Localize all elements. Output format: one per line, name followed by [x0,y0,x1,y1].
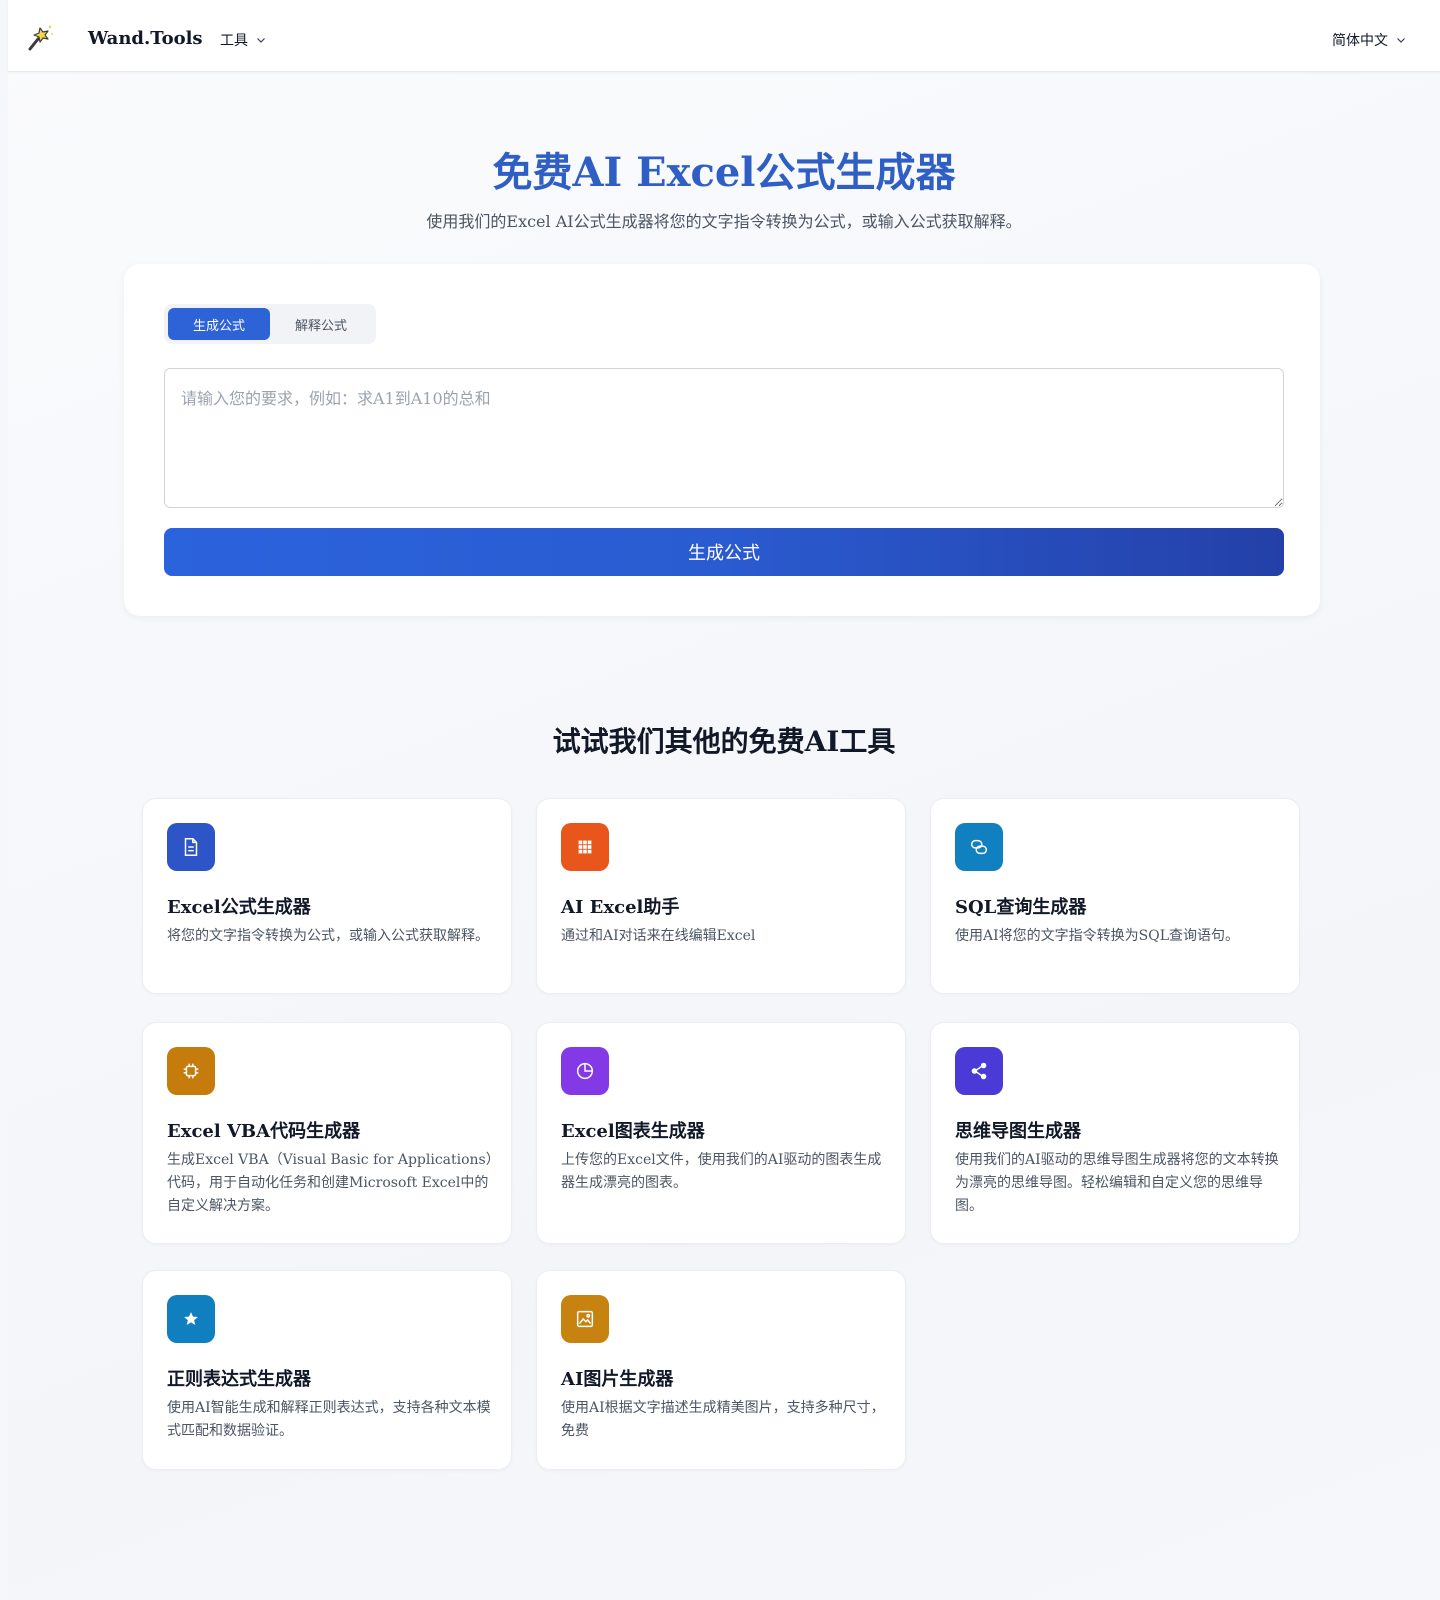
page: Wand.Tools 工具 简体中文 免费AI Excel公式生成器 使用我们的… [8,0,1440,1600]
document-icon [167,823,215,871]
tool-card-excel-chart[interactable]: Excel图表生成器 上传您的Excel文件，使用我们的AI驱动的图表生成器生成… [536,1022,906,1244]
tool-name: SQL查询生成器 [955,897,1087,918]
chip-icon [167,1047,215,1095]
tool-card-ai-image[interactable]: AI图片生成器 使用AI根据文字描述生成精美图片，支持多种尺寸，免费 [536,1270,906,1470]
generate-formula-button[interactable]: 生成公式 [164,528,1284,576]
tool-name: Excel公式生成器 [167,897,311,918]
share-icon [955,1047,1003,1095]
tool-name: Excel图表生成器 [561,1121,705,1142]
tool-card-excel-formula[interactable]: Excel公式生成器 将您的文字指令转换为公式，或输入公式获取解释。 [142,798,512,994]
tab-generate-formula[interactable]: 生成公式 [168,308,270,340]
tool-card-sql-generator[interactable]: SQL查询生成器 使用AI将您的文字指令转换为SQL查询语句。 [930,798,1300,994]
brand-name[interactable]: Wand.Tools [88,28,203,49]
star-icon [167,1295,215,1343]
tool-card-excel-vba[interactable]: Excel VBA代码生成器 生成Excel VBA（Visual Basic … [142,1022,512,1244]
tool-name: AI图片生成器 [561,1369,674,1390]
tab-explain-formula[interactable]: 解释公式 [270,308,372,340]
tool-name: AI Excel助手 [561,897,680,918]
tool-card-mindmap[interactable]: 思维导图生成器 使用我们的AI驱动的思维导图生成器将您的文本转换为漂亮的思维导图… [930,1022,1300,1244]
tool-card-regex[interactable]: 正则表达式生成器 使用AI智能生成和解释正则表达式，支持各种文本模式匹配和数据验… [142,1270,512,1470]
tool-description: 通过和AI对话来在线编辑Excel [561,928,756,944]
tools-menu-label: 工具 [220,33,248,49]
tool-name: 正则表达式生成器 [167,1369,311,1390]
tool-description: 使用我们的AI驱动的思维导图生成器将您的文本转换为漂亮的思维导图。轻松编辑和自定… [955,1152,1279,1214]
pie-chart-icon [561,1047,609,1095]
magic-wand-logo-icon[interactable] [26,22,58,54]
tool-description: 使用AI将您的文字指令转换为SQL查询语句。 [955,928,1240,944]
tools-menu[interactable]: 工具 [220,30,266,50]
page-subtitle: 使用我们的Excel AI公式生成器将您的文字指令转换为公式，或输入公式获取解释… [426,212,1022,231]
chat-icon [955,823,1003,871]
other-tools-heading: 试试我们其他的免费AI工具 [552,725,896,758]
chevron-down-icon [257,38,265,43]
grid-icon [561,823,609,871]
formula-generator-card: 生成公式 解释公式 生成公式 [124,264,1320,616]
tool-name: Excel VBA代码生成器 [167,1121,361,1142]
image-icon [561,1295,609,1343]
mode-tabs: 生成公式 解释公式 [164,304,376,344]
tool-description: 上传您的Excel文件，使用我们的AI驱动的图表生成器生成漂亮的图表。 [561,1152,882,1191]
tool-name: 思维导图生成器 [955,1121,1081,1142]
requirement-input[interactable] [164,368,1284,508]
tool-description: 使用AI智能生成和解释正则表达式，支持各种文本模式匹配和数据验证。 [167,1400,491,1439]
tool-description: 生成Excel VBA（Visual Basic for Application… [167,1152,493,1214]
page-title: 免费AI Excel公式生成器 [492,149,956,196]
chevron-down-icon [1397,38,1405,43]
language-selector[interactable]: 简体中文 [1332,30,1406,50]
tool-card-ai-excel-assistant[interactable]: AI Excel助手 通过和AI对话来在线编辑Excel [536,798,906,994]
language-label: 简体中文 [1332,33,1388,49]
tool-description: 使用AI根据文字描述生成精美图片，支持多种尺寸，免费 [561,1400,885,1439]
tool-description: 将您的文字指令转换为公式，或输入公式获取解释。 [167,928,489,944]
top-navbar: Wand.Tools 工具 简体中文 [8,0,1440,72]
